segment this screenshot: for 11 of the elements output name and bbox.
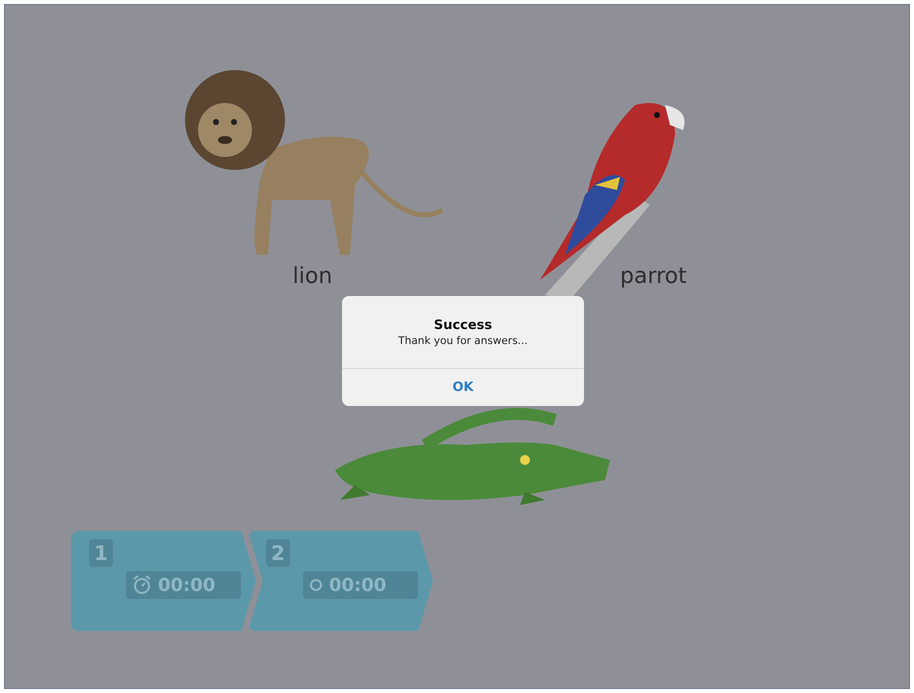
animal-label: lion — [292, 264, 332, 289]
alarm-clock-icon — [132, 575, 152, 595]
dialog-message: Thank you for answers... — [398, 335, 528, 347]
stopwatch-icon — [309, 578, 323, 592]
step-number: 2 — [266, 539, 290, 567]
ok-button[interactable]: OK — [342, 369, 584, 406]
step-number: 1 — [89, 539, 113, 567]
dialog-title: Success — [434, 318, 492, 333]
timer-text: 00:00 — [329, 574, 386, 596]
animal-label: parrot — [620, 264, 687, 289]
timer-text: 00:00 — [158, 574, 216, 596]
